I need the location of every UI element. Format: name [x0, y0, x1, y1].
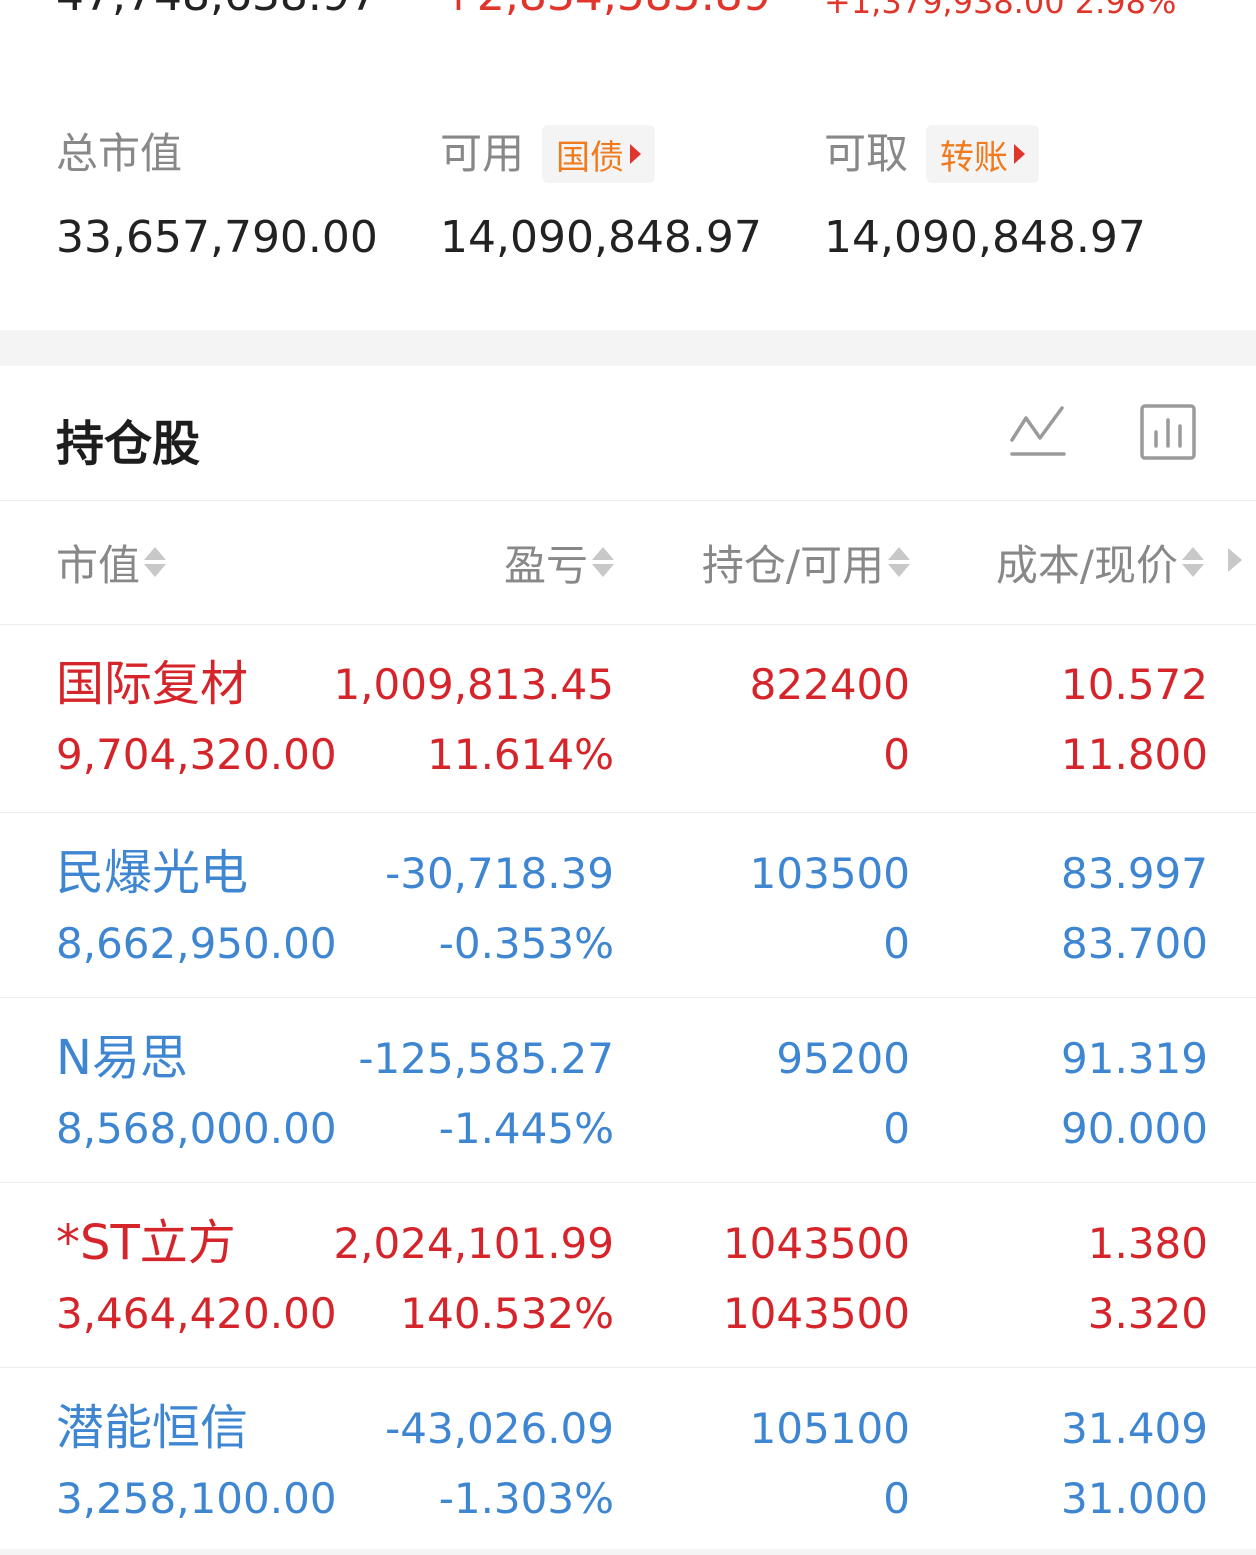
available-funds-label: 可用: [440, 129, 525, 178]
market-value: 3,258,100.00: [56, 1474, 337, 1523]
pnl-amount: 2,024,101.99: [333, 1219, 614, 1268]
table-row[interactable]: N易思 8,568,000.00 -125,585.27 -1.445% 952…: [0, 998, 1256, 1183]
available-qty: 0: [883, 1474, 910, 1523]
stock-name: N易思: [56, 1030, 188, 1086]
market-value: 3,464,420.00: [56, 1289, 337, 1338]
table-row[interactable]: 民爆光电 8,662,950.00 -30,718.39 -0.353% 103…: [0, 813, 1256, 998]
cost-price: 1.380: [1087, 1219, 1208, 1268]
stock-name: 潜能恒信: [56, 1400, 249, 1456]
available-qty: 1043500: [722, 1289, 910, 1338]
holding-qty: 103500: [749, 849, 910, 898]
pnl-amount: -125,585.27: [358, 1034, 614, 1083]
market-value: 8,662,950.00: [56, 919, 337, 968]
holding-qty: 822400: [749, 660, 910, 709]
account-summary: 总市值 33,657,790.00 可用 国债 14,090,848.97 可取…: [0, 100, 1256, 280]
stock-name: 民爆光电: [56, 845, 249, 901]
pnl-percent: -0.353%: [438, 919, 614, 968]
sort-icon: [144, 547, 167, 577]
market-value: 9,704,320.00: [56, 730, 337, 779]
pnl-percent: 11.614%: [427, 730, 614, 779]
pnl-percent: 140.532%: [400, 1289, 614, 1338]
stock-name: *ST立方: [56, 1215, 236, 1271]
current-price: 3.320: [1087, 1289, 1208, 1338]
table-row[interactable]: 国际复材 9,704,320.00 1,009,813.45 11.614% 8…: [0, 624, 1256, 813]
caret-right-icon: [630, 144, 642, 164]
total-market-value-label: 总市值: [56, 129, 183, 178]
holdings-list: 国际复材 9,704,320.00 1,009,813.45 11.614% 8…: [0, 624, 1256, 1553]
holding-qty: 1043500: [722, 1219, 910, 1268]
sort-icon: [1182, 547, 1204, 577]
current-price: 90.000: [1061, 1104, 1208, 1153]
table-row[interactable]: *ST立方 3,464,420.00 2,024,101.99 140.532%…: [0, 1183, 1256, 1368]
scroll-right-icon[interactable]: [1228, 548, 1242, 572]
pnl-percent: -1.303%: [438, 1474, 614, 1523]
withdrawable-funds-block: 可取 转账 14,090,848.97: [824, 100, 1204, 260]
current-price: 31.000: [1061, 1474, 1208, 1523]
holding-qty: 95200: [776, 1034, 910, 1083]
total-assets-value: 47,748,638.97: [56, 0, 378, 24]
transfer-label: 转账: [940, 137, 1009, 178]
market-value: 8,568,000.00: [56, 1104, 337, 1153]
holding-qty: 105100: [749, 1404, 910, 1453]
pnl-percent: -1.445%: [438, 1104, 614, 1153]
available-funds-value: 14,090,848.97: [440, 212, 762, 263]
trend-line-icon[interactable]: [1008, 402, 1068, 462]
table-column-headers: 市值 盈亏 持仓/可用 成本/现价: [0, 500, 1256, 625]
current-price: 83.700: [1061, 919, 1208, 968]
transfer-button[interactable]: 转账: [926, 125, 1040, 183]
available-qty: 0: [883, 919, 910, 968]
column-header-pnl[interactable]: 盈亏: [504, 538, 614, 590]
current-price: 11.800: [1061, 730, 1208, 779]
bar-chart-icon[interactable]: [1138, 402, 1198, 462]
total-market-value: 33,657,790.00: [56, 212, 378, 263]
available-funds-block: 可用 国债 14,090,848.97: [440, 100, 820, 260]
treasury-bond-label: 国债: [556, 137, 625, 178]
column-header-cost-price[interactable]: 成本/现价: [996, 538, 1204, 590]
total-pnl-value: +2,834,585.89: [440, 0, 771, 24]
daily-pnl-value: +1,379,938.00 2.98%: [824, 0, 1177, 21]
pnl-amount: 1,009,813.45: [333, 660, 614, 709]
available-qty: 0: [883, 1104, 910, 1153]
withdrawable-funds-value: 14,090,848.97: [824, 212, 1146, 263]
pnl-amount: -43,026.09: [385, 1404, 614, 1453]
caret-right-icon: [1014, 144, 1026, 164]
holdings-header: 持仓股: [0, 366, 1256, 501]
table-row[interactable]: 潜能恒信 3,258,100.00 -43,026.09 -1.303% 105…: [0, 1368, 1256, 1553]
available-qty: 0: [883, 730, 910, 779]
stock-name: 国际复材: [56, 656, 249, 712]
treasury-bond-button[interactable]: 国债: [542, 125, 656, 183]
top-summary-row: 47,748,638.97 +2,834,585.89 +1,379,938.0…: [0, 0, 1256, 30]
column-header-holding-available[interactable]: 持仓/可用: [702, 538, 910, 590]
section-divider: [0, 1549, 1256, 1555]
cost-price: 31.409: [1061, 1404, 1208, 1453]
section-divider: [0, 330, 1256, 366]
total-market-value-block: 总市值 33,657,790.00: [56, 100, 436, 260]
cost-price: 91.319: [1061, 1034, 1208, 1083]
holdings-title: 持仓股: [56, 416, 201, 472]
pnl-amount: -30,718.39: [385, 849, 614, 898]
sort-icon: [592, 547, 614, 577]
cost-price: 83.997: [1061, 849, 1208, 898]
sort-icon: [888, 547, 910, 577]
withdrawable-funds-label: 可取: [824, 129, 909, 178]
cost-price: 10.572: [1061, 660, 1208, 709]
column-header-market-value[interactable]: 市值: [56, 538, 167, 590]
